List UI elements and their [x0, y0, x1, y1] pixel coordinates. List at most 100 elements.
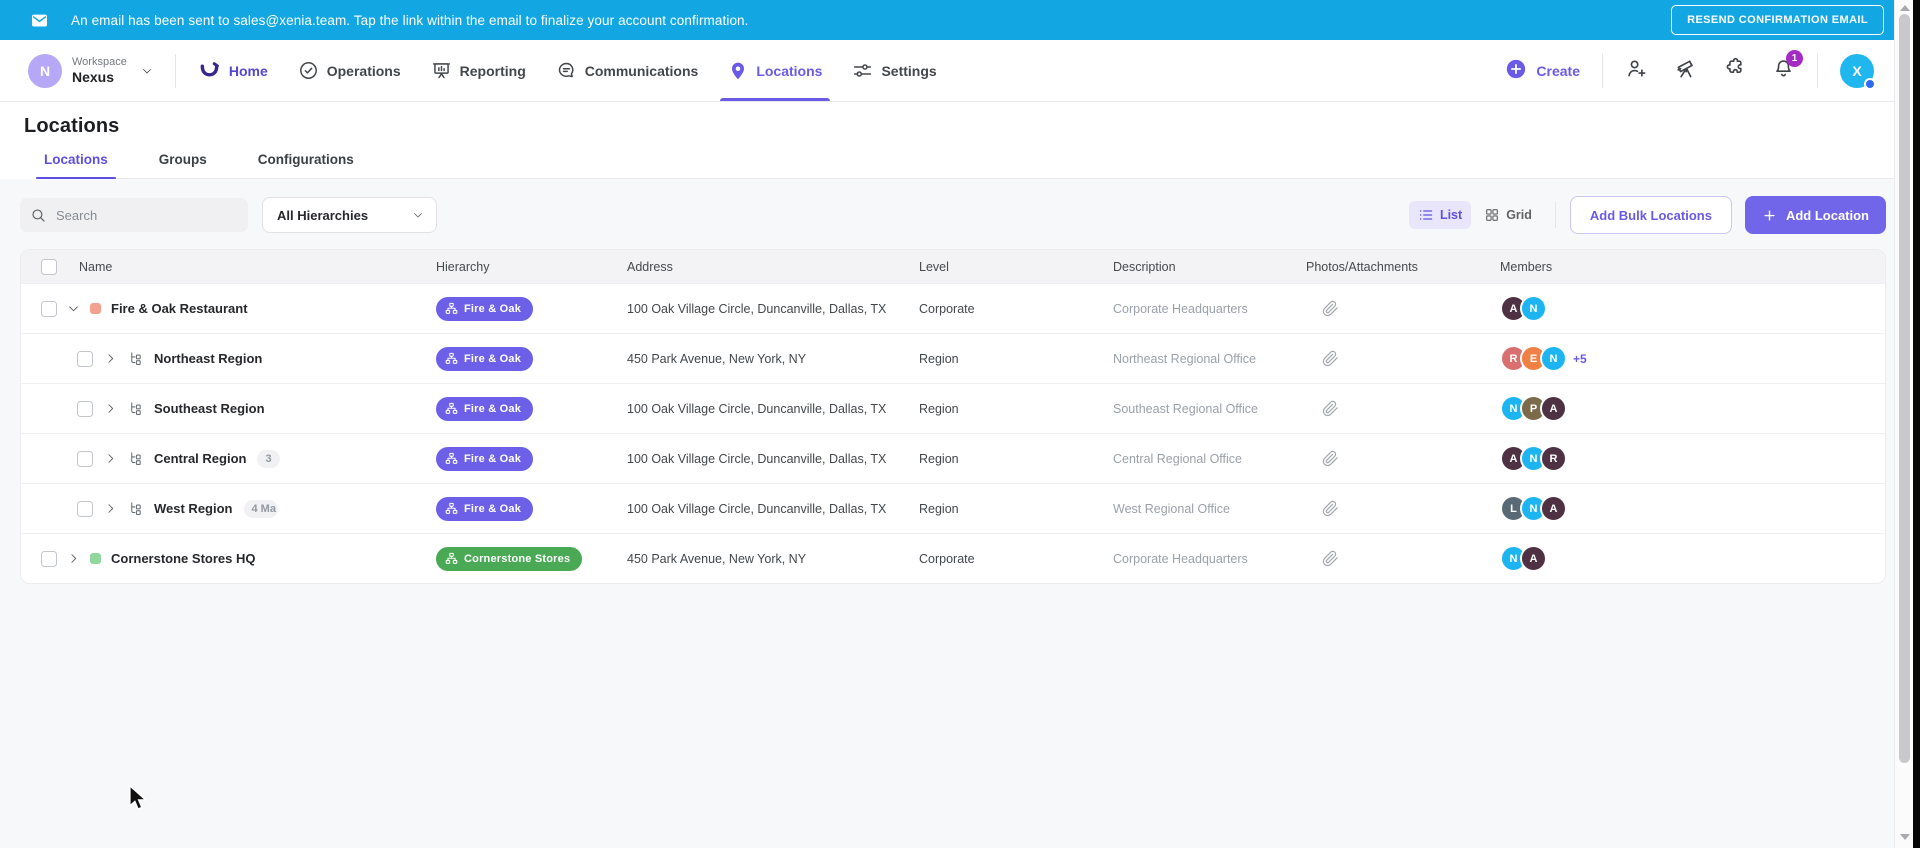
nav-item-home[interactable]: Home — [198, 40, 268, 101]
tab-locations[interactable]: Locations — [36, 152, 116, 179]
workspace-avatar: N — [28, 53, 62, 88]
paperclip-icon[interactable] — [1306, 300, 1339, 317]
grid-view-button[interactable]: Grid — [1475, 201, 1541, 229]
hierarchy-pill[interactable]: Fire & Oak — [436, 496, 534, 521]
nav-item-reporting[interactable]: Reporting — [431, 40, 526, 101]
nav-item-label: Communications — [584, 62, 699, 79]
expand-icon[interactable] — [104, 502, 117, 515]
hierarchy-pill[interactable]: Fire & Oak — [436, 296, 534, 321]
hierarchy-cell: Fire & Oak — [436, 346, 627, 371]
hierarchy-cell: Fire & Oak — [436, 496, 627, 521]
list-icon — [1418, 207, 1434, 223]
chat-icon — [556, 60, 577, 81]
divider — [174, 53, 176, 88]
expand-icon[interactable] — [104, 352, 117, 365]
table-row[interactable]: Northeast Region Fire & Oak 450 Park Avenu… — [21, 333, 1885, 383]
user-avatar[interactable]: X — [1840, 53, 1876, 90]
expand-icon[interactable] — [67, 552, 80, 565]
primary-nav: Home Operations Reporting Communications Loc… — [198, 40, 937, 101]
search-icon — [30, 207, 47, 224]
row-checkbox[interactable] — [41, 550, 57, 567]
invite-user-button[interactable] — [1625, 57, 1648, 85]
scroll-up-arrow[interactable] — [1900, 5, 1910, 11]
nav-item-locations[interactable]: Locations — [720, 40, 831, 101]
table-row[interactable]: Southeast Region Fire & Oak 100 Oak Villag… — [21, 383, 1885, 433]
scroll-down-arrow[interactable] — [1900, 834, 1910, 840]
attachments-cell — [1306, 550, 1500, 567]
subtree-icon — [128, 401, 143, 416]
discover-button[interactable] — [1674, 57, 1697, 85]
scrollbar-thumb[interactable] — [1899, 14, 1910, 763]
table-row[interactable]: Cornerstone Stores HQ Cornerstone Stores 4… — [21, 533, 1885, 583]
hierarchy-cell: Fire & Oak — [436, 296, 627, 321]
table-row[interactable]: West Region 4 Ma Fire & Oak 100 Oak Village… — [21, 483, 1885, 533]
page-tabs: Locations Groups Configurations — [36, 152, 1894, 179]
add-location-button[interactable]: Add Location — [1744, 196, 1886, 234]
row-checkbox[interactable] — [77, 450, 93, 467]
mouse-cursor — [128, 784, 150, 816]
hierarchy-filter-value: All Hierarchies — [277, 207, 369, 223]
search-input[interactable] — [56, 207, 238, 223]
table-row[interactable]: Central Region 3 Fire & Oak 100 Oak Village… — [21, 433, 1885, 483]
plus-icon — [1762, 208, 1777, 223]
paperclip-icon[interactable] — [1306, 450, 1339, 467]
hierarchy-filter-select[interactable]: All Hierarchies — [262, 197, 437, 233]
hierarchy-pill[interactable]: Fire & Oak — [436, 446, 534, 471]
confirmation-banner: An email has been sent to sales@xenia.te… — [0, 0, 1894, 40]
member-avatar: A — [1540, 395, 1567, 422]
expand-icon[interactable] — [104, 402, 117, 415]
divider — [1817, 53, 1818, 88]
table-row[interactable]: Fire & Oak Restaurant Fire & Oak 100 Oak V… — [21, 283, 1885, 333]
select-all-checkbox[interactable] — [41, 258, 57, 275]
hierarchy-pill[interactable]: Fire & Oak — [436, 346, 534, 371]
hierarchy-pill[interactable]: Cornerstone Stores — [436, 546, 583, 571]
collapse-icon[interactable] — [67, 302, 80, 315]
row-checkbox[interactable] — [77, 500, 93, 517]
paperclip-icon[interactable] — [1306, 400, 1339, 417]
paperclip-icon[interactable] — [1306, 550, 1339, 567]
user-plus-icon — [1625, 57, 1648, 85]
hierarchy-pill[interactable]: Fire & Oak — [436, 396, 534, 421]
table-header-cell: Address — [627, 260, 919, 274]
members-cell: ANR — [1500, 445, 1885, 472]
screen-edge — [1913, 0, 1920, 848]
hierarchy-label: Fire & Oak — [464, 452, 522, 465]
name-cell: Northeast Region — [21, 350, 436, 367]
column-label: Hierarchy — [436, 259, 490, 274]
level-cell: Region — [919, 451, 959, 466]
address-cell: 100 Oak Village Circle, Duncanville, Dal… — [627, 401, 887, 416]
notifications-button[interactable]: 1 — [1772, 49, 1803, 85]
tab-configurations[interactable]: Configurations — [254, 152, 358, 178]
create-button[interactable]: Create — [1505, 58, 1580, 83]
nav-item-communications[interactable]: Communications — [556, 40, 699, 101]
resend-confirmation-email-button[interactable]: RESEND CONFIRMATION EMAIL — [1671, 5, 1884, 35]
workspace-switcher[interactable]: N Workspace Nexus — [28, 53, 153, 88]
address-cell: 450 Park Avenue, New York, NY — [627, 351, 807, 366]
map-pin-icon — [728, 61, 748, 81]
paperclip-icon[interactable] — [1306, 350, 1339, 367]
nav-item-settings[interactable]: Settings — [852, 40, 937, 101]
column-label: Photos/Attachments — [1306, 259, 1418, 274]
level-cell: Region — [919, 401, 959, 416]
integrations-button[interactable] — [1723, 57, 1746, 85]
add-bulk-locations-button[interactable]: Add Bulk Locations — [1569, 196, 1732, 234]
name-cell: Fire & Oak Restaurant — [21, 300, 436, 317]
row-checkbox[interactable] — [77, 350, 93, 367]
members-cell: R E N +5 — [1500, 345, 1885, 372]
list-view-button[interactable]: List — [1408, 201, 1472, 229]
address-cell: 100 Oak Village Circle, Duncanville, Dal… — [627, 451, 887, 466]
members-cell: AN — [1500, 295, 1885, 322]
view-toggle: List Grid — [1408, 201, 1541, 229]
expand-icon[interactable] — [104, 452, 117, 465]
row-checkbox[interactable] — [41, 300, 57, 317]
nav-item-label: Home — [228, 62, 268, 79]
row-checkbox[interactable] — [77, 400, 93, 417]
tab-groups[interactable]: Groups — [155, 152, 211, 178]
nav-item-operations[interactable]: Operations — [298, 40, 401, 101]
member-avatar: A — [1540, 495, 1567, 522]
search-box[interactable] — [20, 198, 248, 232]
chevron-down-icon — [141, 65, 153, 77]
nav-item-label: Reporting — [459, 62, 526, 79]
members-cell: NA — [1500, 545, 1885, 572]
paperclip-icon[interactable] — [1306, 500, 1339, 517]
